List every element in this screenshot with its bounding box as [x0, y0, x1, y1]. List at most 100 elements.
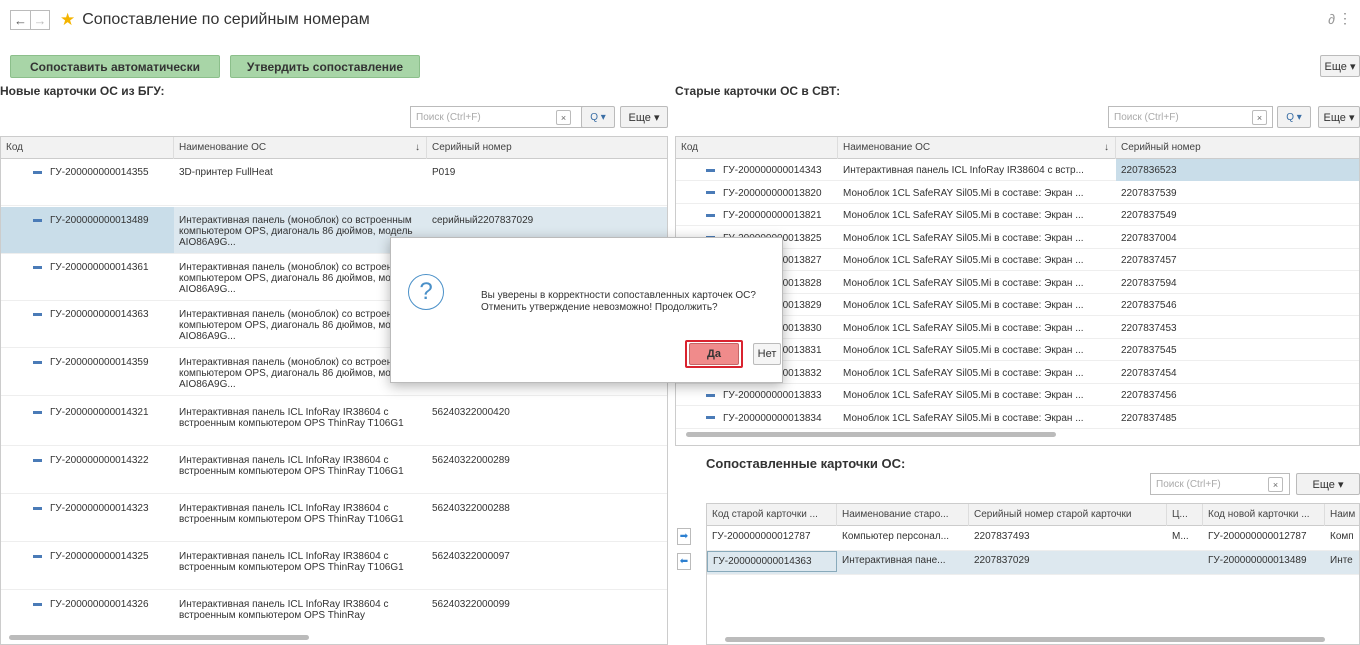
- column-header-name[interactable]: Наименование ОС ↓: [838, 137, 1116, 159]
- code-text: ГУ-200000000014326: [50, 599, 149, 610]
- auto-match-button[interactable]: Сопоставить автоматически: [10, 55, 220, 78]
- left-horizontal-scrollbar[interactable]: [1, 632, 667, 643]
- back-icon[interactable]: ←: [10, 10, 30, 30]
- matched-cards-table: Код старой карточки ... Наименование ста…: [706, 503, 1360, 645]
- sort-down-icon: ↓: [1104, 142, 1109, 153]
- column-header-new-code[interactable]: Код новой карточки ...: [1203, 504, 1325, 526]
- link-icon[interactable]: ∂: [1328, 11, 1335, 27]
- right-search-button[interactable]: Q ▾: [1277, 106, 1311, 128]
- table-row[interactable]: ГУ-200000000014322 Интерактивная панель I…: [1, 447, 667, 494]
- left-search-button[interactable]: Q ▾: [581, 106, 615, 128]
- name-cell: Интерактивная панель ICL InfoRay IR38604…: [179, 599, 389, 621]
- scroll-thumb[interactable]: [725, 637, 1325, 642]
- matched-horizontal-scrollbar[interactable]: [707, 634, 1359, 644]
- card-marker-icon: [706, 168, 715, 172]
- matched-search-clear-icon[interactable]: ×: [1268, 477, 1283, 492]
- card-marker-icon: [706, 213, 715, 217]
- table-row[interactable]: ГУ-200000000013834 Моноблок 1CL SafeRAY S…: [676, 407, 1359, 429]
- card-marker-icon: [706, 191, 715, 195]
- right-search-clear-icon[interactable]: ×: [1252, 110, 1267, 125]
- more-button[interactable]: Еще ▾: [1320, 55, 1360, 77]
- code-cell: ГУ-200000000014322: [1, 447, 174, 493]
- table-row[interactable]: ГУ-200000000014363 Интерактивная пане...…: [707, 551, 1359, 575]
- code-text: ГУ-200000000014323: [50, 503, 149, 514]
- serial-cell: 2207837539: [1121, 187, 1177, 199]
- code-text: ГУ-200000000014363: [50, 309, 149, 320]
- table-row[interactable]: ГУ-200000000014343 Интерактивная панель I…: [676, 159, 1359, 181]
- forward-icon[interactable]: →: [30, 10, 50, 30]
- code-text: ГУ-200000000013489: [50, 215, 149, 226]
- move-right-arrow-icon[interactable]: ➡: [677, 528, 691, 545]
- code-cell: ГУ-200000000013833: [676, 384, 838, 405]
- serial-cell: 2207837594: [1121, 277, 1177, 289]
- c-cell: М...: [1172, 531, 1189, 542]
- dialog-message-line-1: Вы уверены в корректности сопоставленных…: [481, 290, 756, 301]
- serial-cell: 56240322000099: [432, 599, 510, 610]
- name-cell: Моноблок 1CL SafeRAY Sil05.Mi в составе:…: [843, 345, 1084, 356]
- old-name-cell: Интерактивная пане...: [842, 555, 946, 566]
- card-marker-icon: [33, 554, 42, 558]
- right-horizontal-scrollbar[interactable]: [676, 429, 1359, 440]
- right-panel-title: Старые карточки ОС в СВТ:: [675, 84, 841, 98]
- yes-button[interactable]: Да: [689, 343, 739, 365]
- serial-cell: 2207837454: [1121, 367, 1177, 379]
- table-row[interactable]: ГУ-200000000014323 Интерактивная панель I…: [1, 495, 667, 542]
- name-cell: 3D-принтер FullHeat: [179, 167, 273, 178]
- table-header: Код Наименование ОС ↓ Серийный номер: [1, 137, 667, 159]
- title-bar: ← → ★ Сопоставление по серийным номерам …: [0, 0, 1360, 40]
- name-cell: Моноблок 1CL SafeRAY Sil05.Mi в составе:…: [843, 300, 1084, 311]
- code-cell: ГУ-200000000014361: [1, 254, 174, 300]
- table-row[interactable]: ГУ-200000000012787 Компьютер персонал...…: [707, 527, 1359, 551]
- serial-cell: 56240322000289: [432, 455, 510, 466]
- code-cell: ГУ-200000000014325: [1, 543, 174, 589]
- column-header-old-code[interactable]: Код старой карточки ...: [707, 504, 837, 526]
- column-header-serial[interactable]: Серийный номер: [1116, 137, 1359, 159]
- card-marker-icon: [33, 360, 42, 364]
- column-header-name[interactable]: Наименование ОС ↓: [174, 137, 427, 159]
- code-cell: ГУ-200000000013820: [676, 182, 838, 203]
- scroll-thumb[interactable]: [9, 635, 309, 640]
- column-header-code[interactable]: Код: [676, 137, 838, 159]
- column-header-c[interactable]: Ц...: [1167, 504, 1203, 526]
- c-cell: [1167, 551, 1203, 559]
- card-marker-icon: [33, 602, 42, 606]
- table-row[interactable]: ГУ-200000000013821 Моноблок 1CL SafeRAY S…: [676, 204, 1359, 226]
- old-name-cell: Компьютер персонал...: [842, 531, 950, 542]
- column-header-new-name[interactable]: Наим: [1325, 504, 1359, 526]
- card-marker-icon: [33, 458, 42, 462]
- confirm-dialog: ? Вы уверены в корректности сопоставленн…: [390, 237, 783, 383]
- matched-more-button[interactable]: Еще ▾: [1296, 473, 1360, 495]
- code-cell: ГУ-200000000014359: [1, 349, 174, 395]
- card-marker-icon: [33, 218, 42, 222]
- matched-panel-title: Сопоставленные карточки ОС:: [706, 456, 906, 471]
- column-header-serial[interactable]: Серийный номер: [427, 137, 667, 159]
- left-more-button[interactable]: Еще ▾: [620, 106, 668, 128]
- menu-dots-icon[interactable]: ⋮: [1338, 10, 1352, 27]
- card-marker-icon: [33, 265, 42, 269]
- table-row[interactable]: ГУ-200000000014321 Интерактивная панель I…: [1, 399, 667, 446]
- right-search-input[interactable]: Поиск (Ctrl+F): [1108, 106, 1273, 128]
- table-row[interactable]: ГУ-200000000013833 Моноблок 1CL SafeRAY S…: [676, 384, 1359, 406]
- serial-cell: 2207837549: [1121, 210, 1177, 221]
- old-serial-cell: 2207837029: [974, 555, 1030, 566]
- left-search-clear-icon[interactable]: ×: [556, 110, 571, 125]
- right-more-button[interactable]: Еще ▾: [1318, 106, 1360, 128]
- move-left-arrow-icon[interactable]: ⬅: [677, 553, 691, 570]
- approve-match-button[interactable]: Утвердить сопоставление: [230, 55, 420, 78]
- no-button[interactable]: Нет: [753, 343, 781, 365]
- column-header-old-name[interactable]: Наименование старо...: [837, 504, 969, 526]
- new-cards-table: Код Наименование ОС ↓ Серийный номер ГУ-2…: [0, 136, 668, 645]
- table-row[interactable]: ГУ-200000000013820 Моноблок 1CL SafeRAY S…: [676, 182, 1359, 204]
- column-header-code[interactable]: Код: [1, 137, 174, 159]
- scroll-thumb[interactable]: [686, 432, 1056, 437]
- code-text: ГУ-200000000014361: [50, 262, 149, 273]
- column-header-old-serial[interactable]: Серийный номер старой карточки: [969, 504, 1167, 526]
- table-row[interactable]: ГУ-200000000014326 Интерактивная панель I…: [1, 591, 667, 638]
- table-row[interactable]: ГУ-200000000014355 3D-принтер FullHeat P01…: [1, 159, 667, 206]
- left-panel-title: Новые карточки ОС из БГУ:: [0, 84, 165, 98]
- table-row[interactable]: ГУ-200000000014325 Интерактивная панель I…: [1, 543, 667, 590]
- code-cell: ГУ-200000000013834: [676, 407, 838, 428]
- card-marker-icon: [33, 410, 42, 414]
- code-cell: ГУ-200000000014326: [1, 591, 174, 637]
- favorite-star-icon[interactable]: ★: [60, 10, 75, 30]
